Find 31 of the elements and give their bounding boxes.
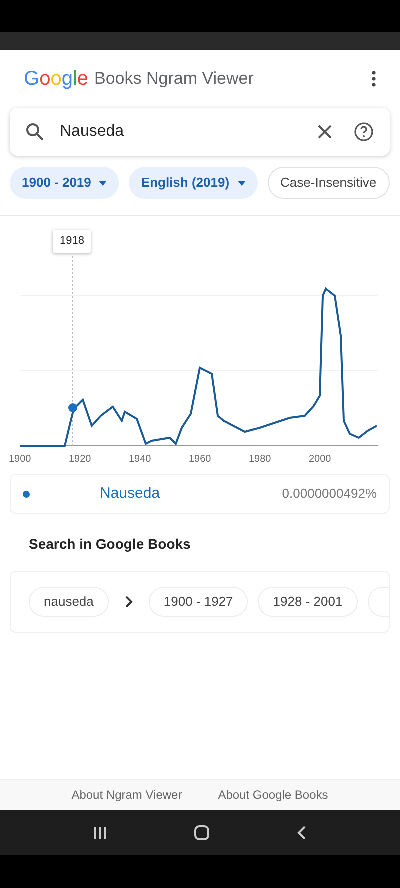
section-heading: Search in Google Books <box>29 535 192 554</box>
year-tooltip: 1918 <box>53 230 92 252</box>
filter-dropdown[interactable]: English (2019) <box>129 167 258 199</box>
caret-icon <box>99 180 108 186</box>
chevron-right-icon <box>124 596 133 608</box>
footer-link[interactable]: About Ngram Viewer <box>72 786 182 804</box>
axis-label: 1940 <box>129 453 152 467</box>
axis-label: 1900 <box>9 453 32 467</box>
footer-link[interactable]: About Google Books <box>218 786 328 804</box>
caret-icon <box>238 180 246 186</box>
filter-dropdown[interactable]: 1900 - 2019 <box>10 167 120 199</box>
app-title: Books Ngram Viewer <box>94 68 254 90</box>
help-icon[interactable] <box>354 122 374 142</box>
filter-chip[interactable]: Case-Insensitive <box>268 167 390 199</box>
term-chip[interactable]: nauseda <box>29 587 109 617</box>
close-icon[interactable] <box>318 125 332 139</box>
recent-apps-icon[interactable] <box>93 826 108 840</box>
range-chip[interactable]: 1900 - 1927 <box>148 587 248 617</box>
search-field[interactable]: Nauseda <box>10 108 390 156</box>
search-icon <box>26 123 44 141</box>
home-icon[interactable] <box>194 824 210 840</box>
series-value: 0.0000000492% <box>282 485 377 504</box>
back-icon[interactable] <box>296 826 307 840</box>
axis-label: 1980 <box>249 453 272 467</box>
axis-label: 1920 <box>69 453 92 467</box>
axis-label: 2000 <box>309 453 332 467</box>
more-menu-icon[interactable] <box>372 71 376 87</box>
range-chip[interactable]: 1928 - 2001 <box>258 587 358 617</box>
series-name[interactable]: Nauseda <box>100 482 160 506</box>
axis-label: 1960 <box>189 453 212 467</box>
google-logo: Google <box>24 67 89 92</box>
